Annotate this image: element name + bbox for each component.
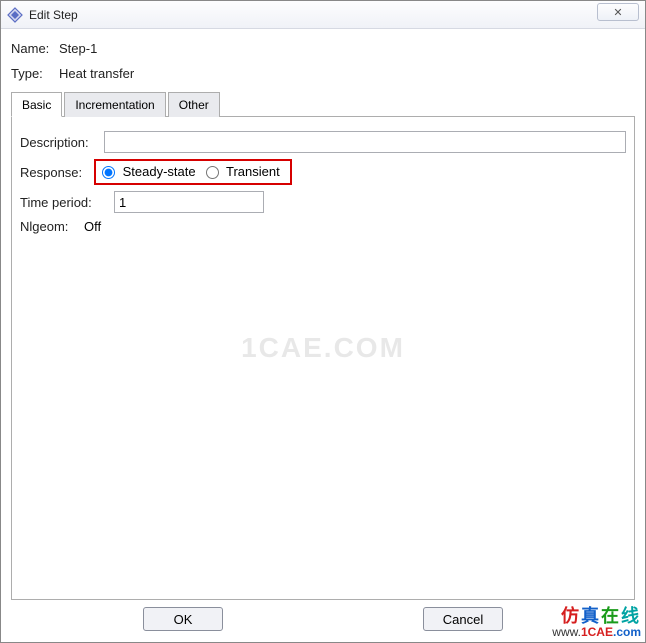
nlgeom-row: Nlgeom: Off (20, 219, 626, 234)
radio-steady-state-input[interactable] (102, 166, 115, 179)
response-label: Response: (20, 165, 90, 180)
type-value: Heat transfer (59, 66, 134, 81)
radio-steady-state[interactable]: Steady-state (102, 164, 196, 179)
type-label: Type: (11, 66, 59, 81)
name-row: Name: Step-1 (11, 41, 635, 56)
description-row: Description: (20, 131, 626, 153)
titlebar: Edit Step ✕ (1, 1, 645, 29)
response-highlight: Steady-state Transient (94, 159, 292, 185)
close-icon: ✕ (613, 6, 622, 19)
window-title: Edit Step (29, 8, 78, 22)
app-icon (7, 7, 23, 23)
description-input[interactable] (104, 131, 626, 153)
time-period-label: Time period: (20, 195, 110, 210)
tab-other[interactable]: Other (168, 92, 220, 117)
ok-button[interactable]: OK (143, 607, 223, 631)
radio-transient-label: Transient (226, 164, 280, 179)
tab-incrementation[interactable]: Incrementation (64, 92, 165, 117)
content-area: Name: Step-1 Type: Heat transfer Basic I… (1, 29, 645, 642)
time-period-row: Time period: (20, 191, 626, 213)
nlgeom-value: Off (84, 219, 101, 234)
radio-steady-state-label: Steady-state (123, 164, 196, 179)
radio-transient[interactable]: Transient (206, 164, 280, 179)
edit-step-dialog: Edit Step ✕ Name: Step-1 Type: Heat tran… (0, 0, 646, 643)
description-label: Description: (20, 135, 100, 150)
name-value: Step-1 (59, 41, 97, 56)
response-row: Response: Steady-state Transient (20, 159, 626, 185)
type-row: Type: Heat transfer (11, 66, 635, 81)
radio-transient-input[interactable] (206, 166, 219, 179)
nlgeom-label: Nlgeom: (20, 219, 80, 234)
tab-bar: Basic Incrementation Other (11, 91, 635, 117)
button-bar: OK Cancel (11, 600, 635, 638)
name-label: Name: (11, 41, 59, 56)
time-period-input[interactable] (114, 191, 264, 213)
tab-pane-basic: Description: Response: Steady-state Tran… (11, 117, 635, 600)
cancel-button[interactable]: Cancel (423, 607, 503, 631)
watermark-text: 1CAE.COM (241, 332, 405, 364)
tab-basic[interactable]: Basic (11, 92, 62, 117)
close-button[interactable]: ✕ (597, 3, 639, 21)
